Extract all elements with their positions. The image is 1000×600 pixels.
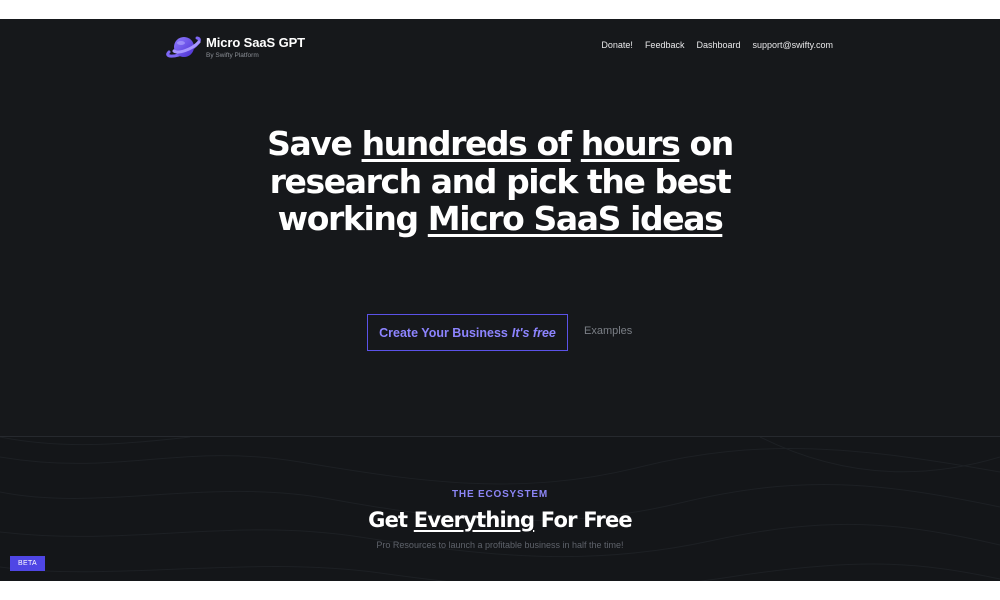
brand[interactable]: Micro SaaS GPT By Swifty Platform	[166, 33, 305, 61]
site-header: Micro SaaS GPT By Swifty Platform Donate…	[0, 19, 1000, 79]
landing-page: Micro SaaS GPT By Swifty Platform Donate…	[0, 19, 1000, 581]
ecosystem-title: Get Everything For Free	[0, 507, 1000, 533]
nav-donate-link[interactable]: Donate!	[601, 40, 633, 50]
nav-feedback-link[interactable]: Feedback	[645, 40, 685, 50]
hero-title-segment-underlined: hours	[580, 124, 681, 163]
create-business-button[interactable]: Create Your Business It's free	[367, 314, 568, 351]
hero-title-segment	[571, 124, 581, 163]
beta-badge[interactable]: BETA	[10, 556, 45, 571]
examples-link[interactable]: Examples	[584, 325, 632, 337]
top-nav: Donate! Feedback Dashboard support@swift…	[601, 40, 833, 50]
nav-support-email-link[interactable]: support@swifty.com	[753, 40, 834, 50]
hero-title: Save hundreds of hours on research and p…	[250, 125, 750, 238]
ecosystem-subtitle: Pro Resources to launch a profitable bus…	[376, 540, 624, 550]
ecosystem-section: THE ECOSYSTEM Get Everything For Free Pr…	[0, 436, 1000, 581]
create-business-label: Create Your Business	[379, 325, 508, 340]
brand-text: Micro SaaS GPT By Swifty Platform	[206, 35, 305, 60]
ecosystem-title-end: For Free	[534, 508, 633, 532]
cta-row: Create Your Business It's free Examples	[0, 314, 1000, 352]
hero-title-segment-underlined: hundreds of	[361, 124, 573, 163]
nav-dashboard-link[interactable]: Dashboard	[696, 40, 740, 50]
brand-subtitle: By Swifty Platform	[206, 51, 259, 59]
ecosystem-title-underlined: Everything	[413, 508, 535, 532]
ecosystem-title-start: Get	[368, 508, 414, 532]
hero-title-segment: Save	[267, 124, 362, 163]
hero-title-segment-underlined: Micro SaaS ideas	[427, 199, 724, 238]
brand-title: Micro SaaS GPT	[206, 34, 306, 50]
ecosystem-kicker: THE ECOSYSTEM	[452, 489, 548, 500]
planet-icon	[166, 36, 201, 58]
its-free-label: It's free	[511, 325, 556, 340]
